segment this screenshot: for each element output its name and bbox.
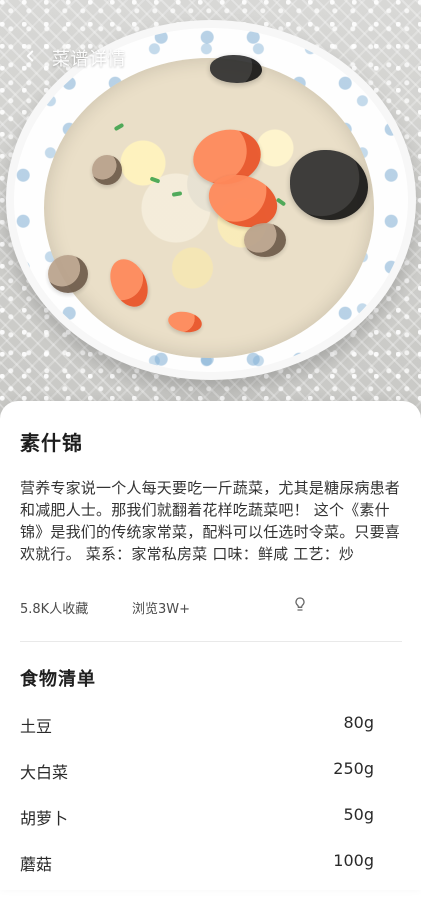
ingredient-name: 大白菜: [20, 763, 69, 782]
ingredient-name: 蘑菇: [20, 855, 53, 874]
recipe-description: 营养专家说一个人每天要吃一斤蔬菜，尤其是糖尿病患者和减肥人士。那我们就翻着花样吃…: [20, 479, 401, 563]
recipe-meta: 5.8K人收藏 浏览3W+: [20, 596, 402, 618]
recipe-title: 素什锦: [20, 431, 83, 455]
ingredient-row: 土豆 80g: [20, 713, 374, 759]
chevron-left-icon: [21, 47, 39, 70]
ingredient-list: 土豆 80g 大白菜 250g 胡萝卜 50g 蘑菇 100g: [20, 713, 374, 897]
back-button[interactable]: [16, 44, 44, 72]
mushroom: [244, 223, 286, 257]
page-title: 菜谱详情: [52, 49, 126, 70]
top-title-overlay: 菜谱详情: [16, 44, 126, 72]
favorites-count: 5.8K人收藏: [20, 602, 89, 617]
ingredient-amount: 100g: [333, 851, 374, 870]
mushroom: [48, 255, 88, 293]
section-title-food-list: 食物清单: [20, 669, 96, 690]
ingredient-row: 蘑菇 100g: [20, 851, 374, 897]
ingredient-row: 胡萝卜 50g: [20, 805, 374, 851]
lightbulb-icon: [292, 596, 308, 616]
wood-ear-fungus: [210, 55, 262, 83]
divider: [20, 641, 402, 642]
wood-ear-fungus: [290, 150, 368, 220]
ingredient-amount: 50g: [343, 805, 374, 824]
ingredient-amount: 80g: [343, 713, 374, 732]
ingredient-row: 大白菜 250g: [20, 759, 374, 805]
ingredient-name: 土豆: [20, 717, 53, 736]
views-count: 浏览3W+: [132, 602, 191, 617]
ingredient-amount: 250g: [333, 759, 374, 778]
ingredient-name: 胡萝卜: [20, 809, 69, 828]
mushroom: [92, 155, 122, 185]
tip-button[interactable]: [290, 596, 310, 616]
